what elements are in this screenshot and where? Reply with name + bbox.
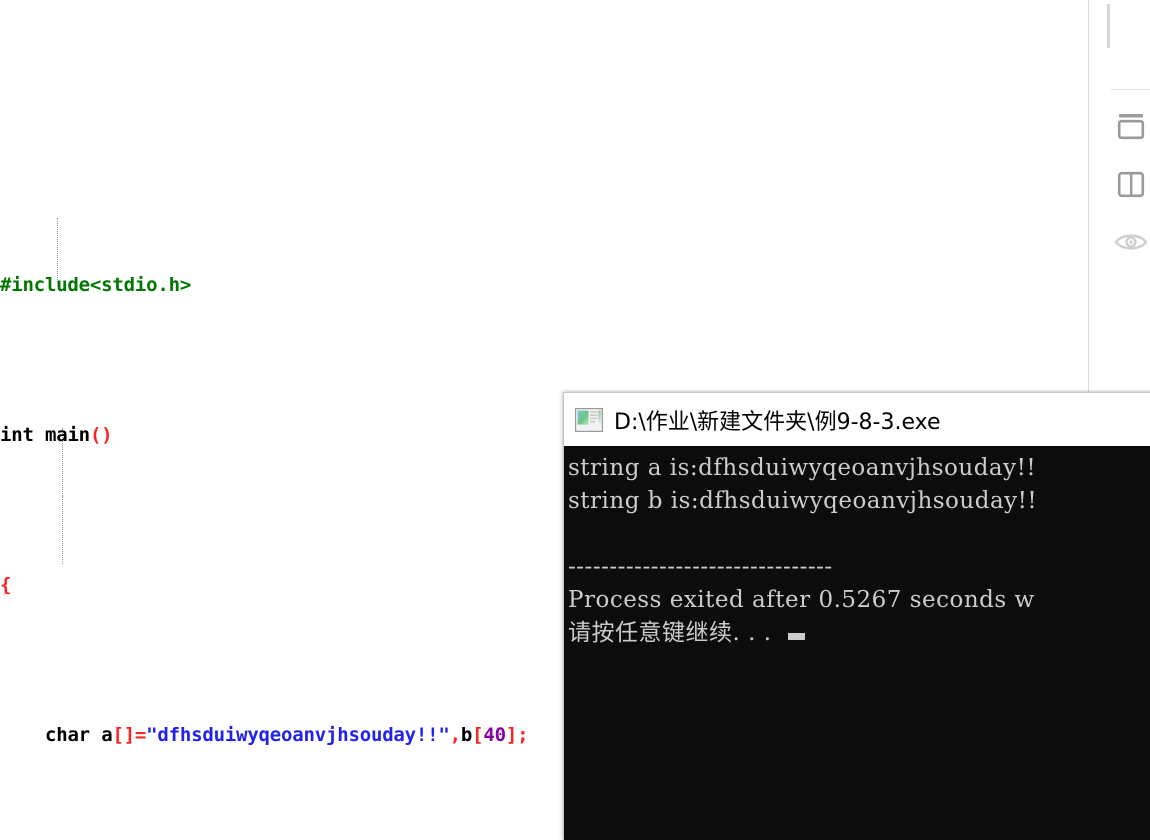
- strip-divider: [1111, 89, 1150, 90]
- token-bracket: ]: [505, 724, 518, 746]
- console-titlebar[interactable]: D:\作业\新建文件夹\例9-8-3.exe: [564, 393, 1150, 446]
- console-output-separator: --------------------------------: [568, 554, 833, 580]
- token-number-40: 40: [483, 724, 506, 746]
- console-prompt-text: 请按任意键继续. . .: [568, 620, 772, 646]
- console-output-exit-message: Process exited after 0.5267 seconds w: [568, 587, 1035, 613]
- console-app-icon: [575, 407, 603, 432]
- console-output[interactable]: string a is:dfhsduiwyqeoanvjhsouday!! st…: [564, 446, 1150, 840]
- token-comma: ,: [449, 724, 461, 746]
- console-window[interactable]: D:\作业\新建文件夹\例9-8-3.exe string a is:dfhsd…: [563, 392, 1150, 840]
- token-bracket: [: [472, 724, 484, 746]
- layout-stack-button[interactable]: [1111, 104, 1150, 148]
- console-output-line: string a is:dfhsduiwyqeoanvjhsouday!!: [568, 455, 1037, 481]
- token-paren: (): [89, 424, 113, 446]
- token-brace-open: {: [0, 574, 12, 596]
- code-line[interactable]: #include<stdio.h>: [0, 270, 1088, 300]
- token-assign: =: [134, 724, 147, 746]
- layout-split-button[interactable]: [1111, 162, 1150, 206]
- console-output-blank-line: [568, 518, 1150, 551]
- console-output-prompt: 请按任意键继续. . .: [568, 617, 1150, 650]
- layout-split-icon: [1117, 171, 1145, 197]
- token-identifier-b: b: [460, 724, 473, 746]
- token-keyword-char: char: [44, 724, 90, 746]
- console-output-line: string b is:dfhsduiwyqeoanvjhsouday!!: [568, 488, 1038, 514]
- token-bracket: []: [112, 724, 135, 746]
- preview-button[interactable]: [1111, 220, 1150, 264]
- preview-eye-icon: [1114, 234, 1148, 250]
- token-preprocessor: #include<stdio.h>: [0, 274, 192, 296]
- token-semicolon: ;: [517, 724, 529, 746]
- token-function-main: main: [44, 424, 90, 446]
- console-title: D:\作业\新建文件夹\例9-8-3.exe: [614, 409, 941, 435]
- token-keyword-int: int: [0, 424, 34, 446]
- layout-stack-icon: [1117, 113, 1145, 139]
- scrollbar-thumb[interactable]: [1107, 4, 1110, 48]
- token-identifier-a: a: [101, 724, 113, 746]
- indent-guide: [62, 496, 64, 564]
- token-string-literal-a: "dfhsduiwyqeoanvjhsouday!!": [146, 724, 450, 746]
- console-cursor: [787, 633, 805, 640]
